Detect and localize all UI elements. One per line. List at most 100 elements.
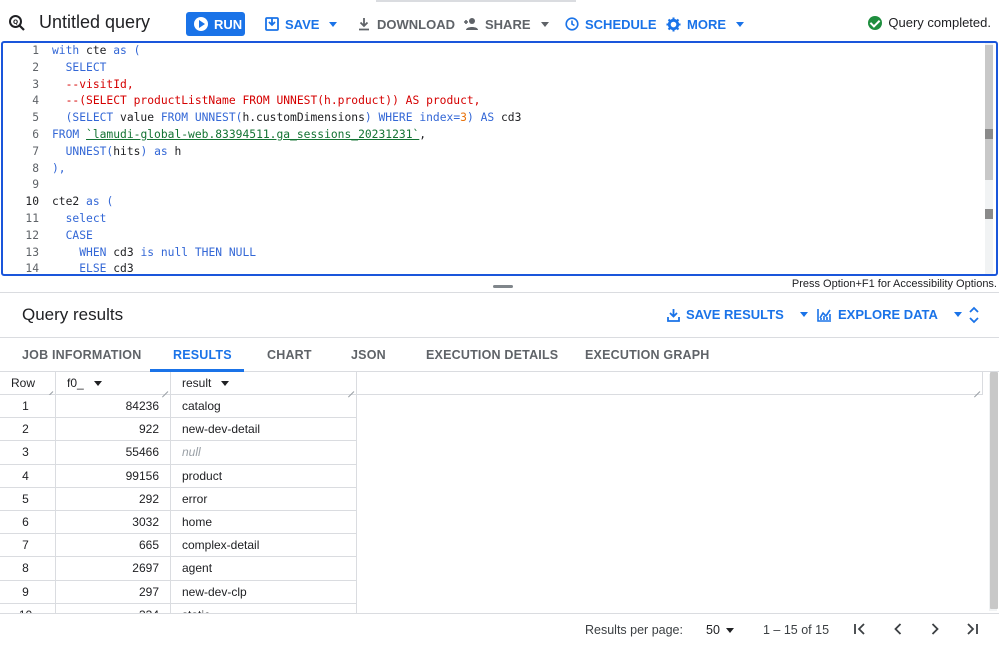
download-button[interactable]: DOWNLOAD xyxy=(357,15,455,33)
rows-per-page-label: Results per page: xyxy=(585,623,683,637)
result-cell[interactable]: complex-detail xyxy=(171,534,357,558)
table-row[interactable]: 5 292 error xyxy=(0,487,357,511)
last-page-icon[interactable] xyxy=(965,622,979,636)
code-line[interactable]: 4 --(SELECT productListName FROM UNNEST(… xyxy=(3,93,996,110)
tab-json[interactable]: JSON xyxy=(351,348,386,362)
f0-cell[interactable]: 2697 xyxy=(56,557,171,581)
chevron-down-icon[interactable] xyxy=(221,380,230,386)
code-text[interactable]: WHEN cd3 is null THEN NULL xyxy=(52,245,256,262)
download-icon xyxy=(359,18,369,31)
result-cell[interactable]: static xyxy=(171,603,357,613)
code-line[interactable]: 9 xyxy=(3,177,996,194)
tab-execution-details[interactable]: EXECUTION DETAILS xyxy=(426,348,558,362)
next-page-icon[interactable] xyxy=(928,622,942,636)
result-cell[interactable]: home xyxy=(171,511,357,535)
code-text[interactable]: --(SELECT productListName FROM UNNEST(h.… xyxy=(52,93,481,110)
code-line[interactable]: 11 select xyxy=(3,211,996,228)
sql-editor[interactable]: 1 with cte as (2 SELECT 3 --visitId, 4 --(S… xyxy=(1,41,998,276)
result-cell[interactable]: new-dev-detail xyxy=(171,418,357,442)
column-resize-handle[interactable] xyxy=(348,386,354,392)
code-line[interactable]: 8), xyxy=(3,161,996,178)
code-line[interactable]: 3 --visitId, xyxy=(3,77,996,94)
result-cell[interactable]: catalog xyxy=(171,395,357,419)
first-page-icon[interactable] xyxy=(853,622,867,636)
column-header-result[interactable]: result xyxy=(171,372,357,395)
table-row[interactable]: 7 665 complex-detail xyxy=(0,534,357,558)
previous-page-icon[interactable] xyxy=(891,622,905,636)
f0-cell[interactable]: 922 xyxy=(56,418,171,442)
code-text[interactable]: SELECT xyxy=(52,60,107,77)
code-text[interactable]: CASE xyxy=(52,228,93,245)
result-cell[interactable]: agent xyxy=(171,557,357,581)
expand-collapse-icon[interactable] xyxy=(967,306,981,324)
column-resize-handle[interactable] xyxy=(974,386,980,392)
code-line[interactable]: 1 with cte as ( xyxy=(3,43,996,60)
explore-data-label: EXPLORE DATA xyxy=(838,307,938,322)
table-scrollbar-thumb[interactable] xyxy=(990,372,998,609)
code-line[interactable]: 5 (SELECT value FROM UNNEST(h.customDime… xyxy=(3,110,996,127)
tab-results[interactable]: RESULTS xyxy=(173,348,232,362)
code-line[interactable]: 7 UNNEST(hits) as h xyxy=(3,144,996,161)
table-row[interactable]: 4 99156 product xyxy=(0,464,357,488)
table-row[interactable]: 8 2697 agent xyxy=(0,557,357,581)
table-row[interactable]: 3 55466 null xyxy=(0,441,357,465)
code-line[interactable]: 2 SELECT xyxy=(3,60,996,77)
code-text[interactable]: FROM `lamudi-global-web.83394511.ga_sess… xyxy=(52,127,426,144)
code-text[interactable]: cte2 as ( xyxy=(52,194,113,211)
explore-data-button[interactable]: EXPLORE DATA xyxy=(817,307,962,322)
tab-chart[interactable]: CHART xyxy=(267,348,312,362)
code-text[interactable]: with cte as ( xyxy=(52,43,140,60)
table-row[interactable]: 1 84236 catalog xyxy=(0,395,357,419)
f0-cell[interactable]: 297 xyxy=(56,580,171,604)
share-button[interactable]: SHARE xyxy=(463,15,549,33)
table-row[interactable]: 2 922 new-dev-detail xyxy=(0,418,357,442)
f0-cell[interactable]: 665 xyxy=(56,534,171,558)
line-number: 5 xyxy=(32,111,39,125)
result-cell[interactable]: new-dev-clp xyxy=(171,580,357,604)
f0-cell[interactable]: 84236 xyxy=(56,395,171,419)
f0-cell[interactable]: 292 xyxy=(56,487,171,511)
code-text[interactable]: ELSE cd3 xyxy=(52,261,133,274)
code-line[interactable]: 14 ELSE cd3 xyxy=(3,261,996,274)
code-text[interactable]: (SELECT value FROM UNNEST(h.customDimens… xyxy=(52,110,522,127)
f0-cell[interactable]: 55466 xyxy=(56,441,171,465)
editor-scrollbar-thumb[interactable] xyxy=(985,45,993,180)
table-row[interactable]: 10334static xyxy=(0,603,357,613)
code-text[interactable]: --visitId, xyxy=(52,77,134,94)
code-line[interactable]: 12 CASE xyxy=(3,228,996,245)
column-resize-handle[interactable] xyxy=(162,386,168,392)
query-toolbar: Q Untitled query RUN SAVE DOWNLOAD SHARE xyxy=(0,0,999,46)
result-cell[interactable]: null xyxy=(171,441,357,465)
tab-execution-graph[interactable]: EXECUTION GRAPH xyxy=(585,348,710,362)
run-label: RUN xyxy=(214,16,243,32)
code-line[interactable]: 10 cte2 as ( xyxy=(3,194,996,211)
resize-handle[interactable] xyxy=(493,285,513,288)
table-row[interactable]: 6 3032 home xyxy=(0,511,357,535)
check-circle-icon xyxy=(868,15,883,30)
rows-per-page-select[interactable]: 50 xyxy=(706,623,734,637)
f0-cell[interactable]: 334 xyxy=(56,603,171,613)
code-text[interactable]: ), xyxy=(52,161,66,178)
row-number-cell: 10 xyxy=(0,603,56,613)
add-person-icon xyxy=(464,18,478,30)
save-button[interactable]: SAVE xyxy=(265,15,338,33)
column-resize-handle[interactable] xyxy=(47,386,53,392)
chevron-down-icon[interactable] xyxy=(93,380,102,386)
run-button[interactable]: RUN xyxy=(186,12,245,36)
code-line[interactable]: 6 FROM `lamudi-global-web.83394511.ga_ses… xyxy=(3,127,996,144)
tab-job-information[interactable]: JOB INFORMATION xyxy=(22,348,141,362)
code-text[interactable]: UNNEST(hits) as h xyxy=(52,144,182,161)
code-text[interactable]: select xyxy=(52,211,107,228)
schedule-button[interactable]: SCHEDULE xyxy=(565,15,657,33)
f0-cell[interactable]: 3032 xyxy=(56,511,171,535)
more-button[interactable]: MORE xyxy=(666,15,744,33)
result-cell[interactable]: error xyxy=(171,487,357,511)
query-status: Query completed. xyxy=(868,15,991,30)
save-results-button[interactable]: SAVE RESULTS xyxy=(667,307,808,322)
result-cell[interactable]: product xyxy=(171,464,357,488)
code-line[interactable]: 13 WHEN cd3 is null THEN NULL xyxy=(3,245,996,262)
column-header-f0[interactable]: f0_ xyxy=(56,372,171,395)
query-title[interactable]: Untitled query xyxy=(39,12,150,33)
table-row[interactable]: 9 297 new-dev-clp xyxy=(0,580,357,604)
f0-cell[interactable]: 99156 xyxy=(56,464,171,488)
